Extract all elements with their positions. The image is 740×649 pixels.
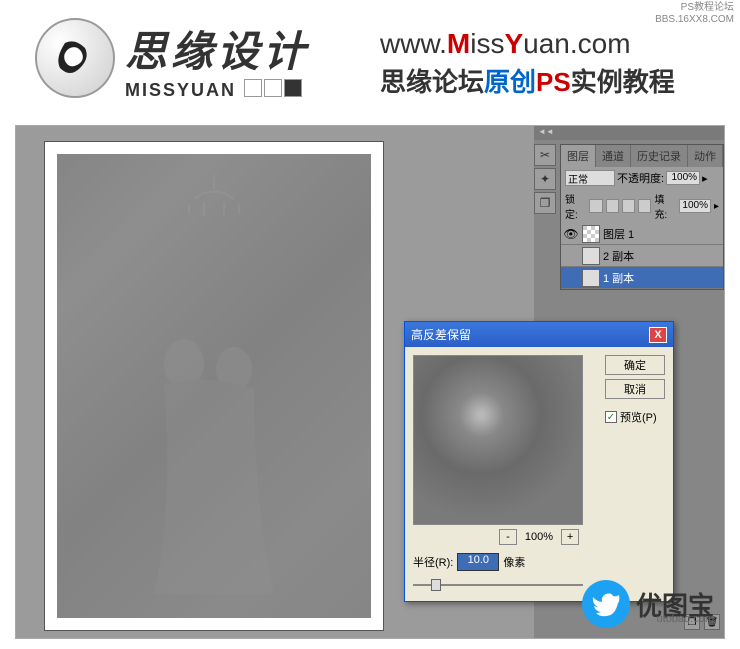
visibility-eye-icon[interactable]: 👁	[563, 226, 579, 242]
radius-label: 半径(R):	[413, 554, 453, 570]
close-button[interactable]: X	[649, 327, 667, 343]
layer-row[interactable]: 1 副本	[561, 267, 723, 289]
preview-checkbox[interactable]: ✓	[605, 411, 617, 423]
chevron-right-icon[interactable]: ▸	[702, 172, 708, 185]
logo-area: 思缘设计 MISSYUAN	[35, 18, 309, 102]
visibility-eye-icon[interactable]	[563, 270, 579, 286]
layer-name: 1 副本	[603, 270, 634, 286]
lock-transparent-icon[interactable]	[589, 199, 602, 213]
watermark-bottom-right: 优图宝 utobao.com	[582, 580, 714, 628]
layer-thumb[interactable]	[582, 247, 600, 265]
brand-cn: 思缘设计	[125, 18, 309, 79]
dialog-buttons: 确定 取消 ✓ 预览(P)	[605, 355, 665, 425]
chevron-right-icon[interactable]: ▸	[714, 201, 719, 212]
radius-row: 半径(R): 10.0 像素	[413, 553, 665, 571]
cancel-button[interactable]: 取消	[605, 379, 665, 399]
tool-column: ✂ ✦ ❐	[534, 144, 558, 216]
lock-move-icon[interactable]	[622, 199, 635, 213]
opacity-label: 不透明度:	[617, 170, 664, 186]
lock-all-icon[interactable]	[638, 199, 651, 213]
layer-name: 2 副本	[603, 248, 634, 264]
preview-label: 预览(P)	[620, 409, 657, 425]
tab-actions[interactable]: 动作	[688, 145, 723, 167]
decor-boxes	[244, 79, 304, 102]
layer-row[interactable]: 2 副本	[561, 245, 723, 267]
tab-layers[interactable]: 图层	[561, 145, 596, 167]
fill-label: 填充:	[654, 191, 675, 221]
radius-input[interactable]: 10.0	[457, 553, 499, 571]
layer-name: 图层 1	[603, 226, 634, 242]
opacity-input[interactable]: 100%	[666, 171, 700, 185]
watermark-top-right: PS教程论坛 BBS.16XX8.COM	[655, 2, 734, 26]
ok-button[interactable]: 确定	[605, 355, 665, 375]
dialog-title: 高反差保留	[411, 326, 471, 343]
tool-wand-icon[interactable]: ✦	[534, 168, 556, 190]
tab-history[interactable]: 历史记录	[631, 145, 688, 167]
lock-row: 锁定: 填充: 100% ▸	[561, 189, 723, 223]
lock-label: 锁定:	[565, 191, 586, 221]
blend-mode-row: 正常 不透明度: 100% ▸	[561, 167, 723, 189]
preview-checkbox-row: ✓ 预览(P)	[605, 409, 665, 425]
document-canvas[interactable]	[44, 141, 384, 631]
visibility-eye-icon[interactable]	[563, 248, 579, 264]
logo-icon	[35, 18, 115, 98]
site-url: www.MissYuan.com	[380, 28, 675, 60]
filter-preview[interactable]	[413, 355, 583, 525]
zoom-controls: - 100% +	[413, 529, 665, 545]
panel-tabs: 图层 通道 历史记录 动作	[561, 145, 723, 167]
layer-row[interactable]: 👁 图层 1	[561, 223, 723, 245]
panel-grip[interactable]	[534, 126, 724, 140]
zoom-in-button[interactable]: +	[561, 529, 579, 545]
logo-text: 思缘设计 MISSYUAN	[125, 18, 309, 102]
layer-list: 👁 图层 1 2 副本 1 副本	[561, 223, 723, 289]
high-pass-dialog: 高反差保留 X 确定 取消 ✓ 预览(P) - 100% + 半径(R): 10…	[404, 321, 674, 602]
dialog-titlebar[interactable]: 高反差保留 X	[405, 322, 673, 347]
bird-logo-icon	[582, 580, 630, 628]
lock-brush-icon[interactable]	[606, 199, 619, 213]
url-area: www.MissYuan.com 思缘论坛原创PS实例教程	[380, 28, 675, 99]
fill-input[interactable]: 100%	[679, 199, 711, 213]
tool-layers-icon[interactable]: ❐	[534, 192, 556, 214]
subtitle: 思缘论坛原创PS实例教程	[380, 62, 675, 99]
zoom-out-button[interactable]: -	[499, 529, 517, 545]
layers-panel: 图层 通道 历史记录 动作 正常 不透明度: 100% ▸ 锁定: 填充: 10…	[560, 144, 724, 290]
tool-scissors-icon[interactable]: ✂	[534, 144, 556, 166]
layer-thumb[interactable]	[582, 269, 600, 287]
header: 思缘设计 MISSYUAN www.MissYuan.com 思缘论坛原创PS实…	[0, 0, 740, 120]
watermark-sub: utobao.com	[657, 613, 714, 625]
blend-mode-select[interactable]: 正常	[565, 170, 615, 186]
layer-thumb[interactable]	[582, 225, 600, 243]
dialog-body: 确定 取消 ✓ 预览(P) - 100% + 半径(R): 10.0 像素	[405, 347, 673, 601]
radius-slider[interactable]	[413, 577, 583, 593]
radius-unit: 像素	[503, 554, 525, 570]
canvas-image	[57, 154, 371, 618]
workspace: ✂ ✦ ❐ 图层 通道 历史记录 动作 正常 不透明度: 100% ▸ 锁定:	[15, 125, 725, 639]
tab-channels[interactable]: 通道	[596, 145, 631, 167]
brand-en: MISSYUAN	[125, 80, 236, 101]
zoom-level: 100%	[525, 531, 553, 543]
slider-thumb[interactable]	[431, 579, 441, 591]
